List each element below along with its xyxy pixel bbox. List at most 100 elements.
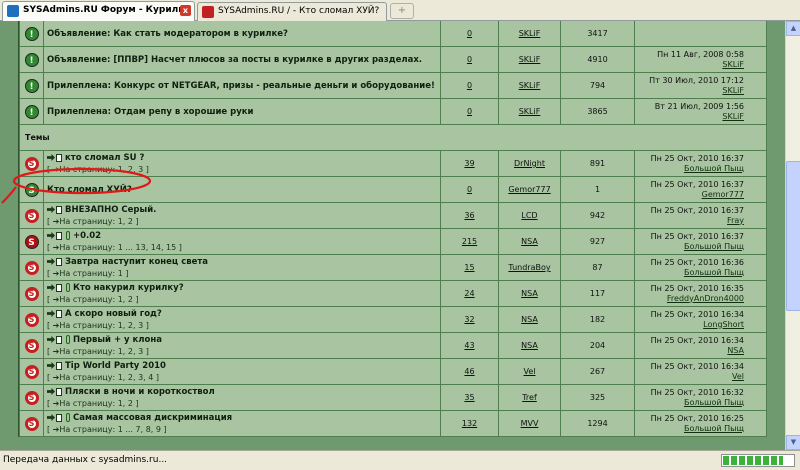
topic-title-cell[interactable]: Прилеплена: Отдам репу в хорошие руки [43, 98, 441, 125]
topic-title-link[interactable]: Самая массовая дискриминация [73, 413, 232, 423]
topic-title-cell[interactable]: Кто накурил курилку?[ ➔На страницу: 1, 2… [43, 280, 441, 307]
author-link[interactable]: DrNight [498, 150, 561, 177]
topic-title-link[interactable]: Кто накурил курилку? [73, 283, 184, 293]
newest-post-arrow-icon[interactable] [47, 258, 55, 265]
topic-title-cell[interactable]: +0.02[ ➔На страницу: 1 ... 13, 14, 15 ] [43, 228, 441, 255]
replies-count[interactable]: 36 [440, 202, 499, 229]
topic-title-cell[interactable]: А скоро новый год?[ ➔На страницу: 1, 2, … [43, 306, 441, 333]
author-link[interactable]: TundraBoy [498, 254, 561, 281]
author-link[interactable]: NSA [498, 228, 561, 255]
topic-pagination[interactable]: [ ➔На страницу: 1 ... 13, 14, 15 ] [47, 242, 440, 253]
scroll-thumb[interactable] [786, 161, 800, 311]
author-link[interactable]: SKLiF [498, 21, 561, 47]
replies-count[interactable]: 46 [440, 358, 499, 385]
topic-title-cell[interactable]: Самая массовая дискриминация[ ➔На страни… [43, 410, 441, 437]
topic-pagination[interactable]: [ ➔На страницу: 1, 2 ] [47, 398, 440, 409]
last-post-user[interactable]: Большой Пыщ [635, 242, 744, 252]
author-link[interactable]: Tref [498, 384, 561, 411]
topic-title-link[interactable]: Объявление: Как стать модератором в кури… [47, 29, 288, 39]
topic-title-link[interactable]: Пляски в ночи и короткоствол [65, 387, 215, 397]
last-post-user[interactable]: SKLiF [635, 86, 744, 96]
last-post-user[interactable]: Большой Пыщ [635, 398, 744, 408]
last-post-user[interactable]: Большой Пыщ [635, 424, 744, 434]
topic-pagination[interactable]: [ ➔На страницу: 1, 2, 3, 4 ] [47, 372, 440, 383]
topic-title-cell[interactable]: Объявление: Как стать модератором в кури… [43, 21, 441, 47]
topic-title-link[interactable]: Tip World Party 2010 [65, 361, 166, 371]
last-post-user[interactable]: Большой Пыщ [635, 268, 744, 278]
topic-title-link[interactable]: Завтра наступит конец света [65, 257, 208, 267]
topic-title-cell[interactable]: Завтра наступит конец света[ ➔На страниц… [43, 254, 441, 281]
last-post-user[interactable]: Gemor777 [635, 190, 744, 200]
topic-title-link[interactable]: Объявление: [ППВР] Насчет плюсов за пост… [47, 55, 422, 65]
last-post-user[interactable]: Большой Пыщ [635, 164, 744, 174]
author-link[interactable]: Gemor777 [498, 176, 561, 203]
tab-topic[interactable]: SYSAdmins.RU / - Кто сломал ХУЙ? [197, 2, 387, 21]
last-post-user[interactable]: NSA [635, 346, 744, 356]
author-link[interactable]: MVV [498, 410, 561, 437]
replies-count[interactable]: 132 [440, 410, 499, 437]
author-link[interactable]: Vel [498, 358, 561, 385]
document-icon [56, 231, 62, 240]
replies-count[interactable]: 32 [440, 306, 499, 333]
replies-count[interactable]: 215 [440, 228, 499, 255]
replies-count[interactable]: 0 [440, 46, 499, 73]
topic-pagination[interactable]: [ ➔На страницу: 1, 2 ] [47, 294, 440, 305]
last-post-user[interactable]: SKLiF [635, 60, 744, 70]
last-post-cell: Пн 25 Окт, 2010 16:32 Большой Пыщ [634, 384, 767, 411]
replies-count[interactable]: 0 [440, 21, 499, 47]
author-link[interactable]: SKLiF [498, 98, 561, 125]
newest-post-arrow-icon[interactable] [47, 414, 55, 421]
author-link[interactable]: NSA [498, 306, 561, 333]
last-post-cell: Пн 25 Окт, 2010 16:37 Большой Пыщ [634, 228, 767, 255]
topic-title-cell[interactable]: Tip World Party 2010[ ➔На страницу: 1, 2… [43, 358, 441, 385]
replies-count[interactable]: 15 [440, 254, 499, 281]
topic-title-link[interactable]: А скоро новый год? [65, 309, 162, 319]
replies-count[interactable]: 0 [440, 72, 499, 99]
replies-count[interactable]: 0 [440, 176, 499, 203]
author-link[interactable]: NSA [498, 332, 561, 359]
topic-title-cell[interactable]: Прилеплена: Конкурс от NETGEAR, призы - … [43, 72, 441, 99]
topic-title-link[interactable]: кто сломал SU ? [65, 153, 144, 163]
replies-count[interactable]: 39 [440, 150, 499, 177]
replies-count[interactable]: 24 [440, 280, 499, 307]
replies-count[interactable]: 0 [440, 98, 499, 125]
scroll-up-icon[interactable]: ▲ [786, 21, 800, 36]
last-post-user[interactable]: SKLiF [635, 112, 744, 122]
new-tab-button[interactable]: + [390, 3, 414, 19]
close-tab-icon[interactable]: x [180, 5, 191, 16]
last-post-user[interactable]: FreddyAnDron4000 [635, 294, 744, 304]
replies-count[interactable]: 35 [440, 384, 499, 411]
author-link[interactable]: NSA [498, 280, 561, 307]
replies-count[interactable]: 43 [440, 332, 499, 359]
last-post-user[interactable]: Vel [635, 372, 744, 382]
topic-title-link[interactable]: Первый + у клона [73, 335, 162, 345]
topic-title-cell[interactable]: Первый + у клона[ ➔На страницу: 1, 2, 3 … [43, 332, 441, 359]
newest-post-arrow-icon[interactable] [47, 362, 55, 369]
newest-post-arrow-icon[interactable] [47, 154, 55, 161]
topic-title-cell[interactable]: Объявление: [ППВР] Насчет плюсов за пост… [43, 46, 441, 73]
topic-title-link[interactable]: Прилеплена: Конкурс от NETGEAR, призы - … [47, 81, 435, 91]
vertical-scrollbar[interactable]: ▲ ▼ [785, 21, 800, 450]
tab-forum-kurilka[interactable]: SYSAdmins.RU Форум - Курилка x [2, 1, 195, 21]
last-post-user[interactable]: Fray [635, 216, 744, 226]
topic-status-icon: S [24, 234, 39, 249]
topic-pagination[interactable]: [ ➔На страницу: 1 ... 7, 8, 9 ] [47, 424, 440, 435]
newest-post-arrow-icon[interactable] [47, 232, 55, 239]
topic-pagination[interactable]: [ ➔На страницу: 1 ] [47, 268, 440, 279]
topic-title-link[interactable]: +0.02 [73, 231, 101, 241]
topic-pagination[interactable]: [ ➔На страницу: 1, 2, 3 ] [47, 346, 440, 357]
newest-post-arrow-icon[interactable] [47, 284, 55, 291]
scroll-down-icon[interactable]: ▼ [786, 435, 800, 450]
topic-pagination[interactable]: [ ➔На страницу: 1, 2, 3 ] [47, 320, 440, 331]
last-post-cell: Вт 21 Июл, 2009 1:56 SKLiF [634, 98, 767, 125]
newest-post-arrow-icon[interactable] [47, 336, 55, 343]
author-link[interactable]: SKLiF [498, 72, 561, 99]
last-post-user[interactable]: LongShort [635, 320, 744, 330]
site-favicon-icon [7, 5, 19, 17]
topic-title-link[interactable]: Прилеплена: Отдам репу в хорошие руки [47, 107, 254, 117]
topic-title-cell[interactable]: Пляски в ночи и короткоствол[ ➔На страни… [43, 384, 441, 411]
author-link[interactable]: LCD [498, 202, 561, 229]
newest-post-arrow-icon[interactable] [47, 388, 55, 395]
author-link[interactable]: SKLiF [498, 46, 561, 73]
newest-post-arrow-icon[interactable] [47, 310, 55, 317]
